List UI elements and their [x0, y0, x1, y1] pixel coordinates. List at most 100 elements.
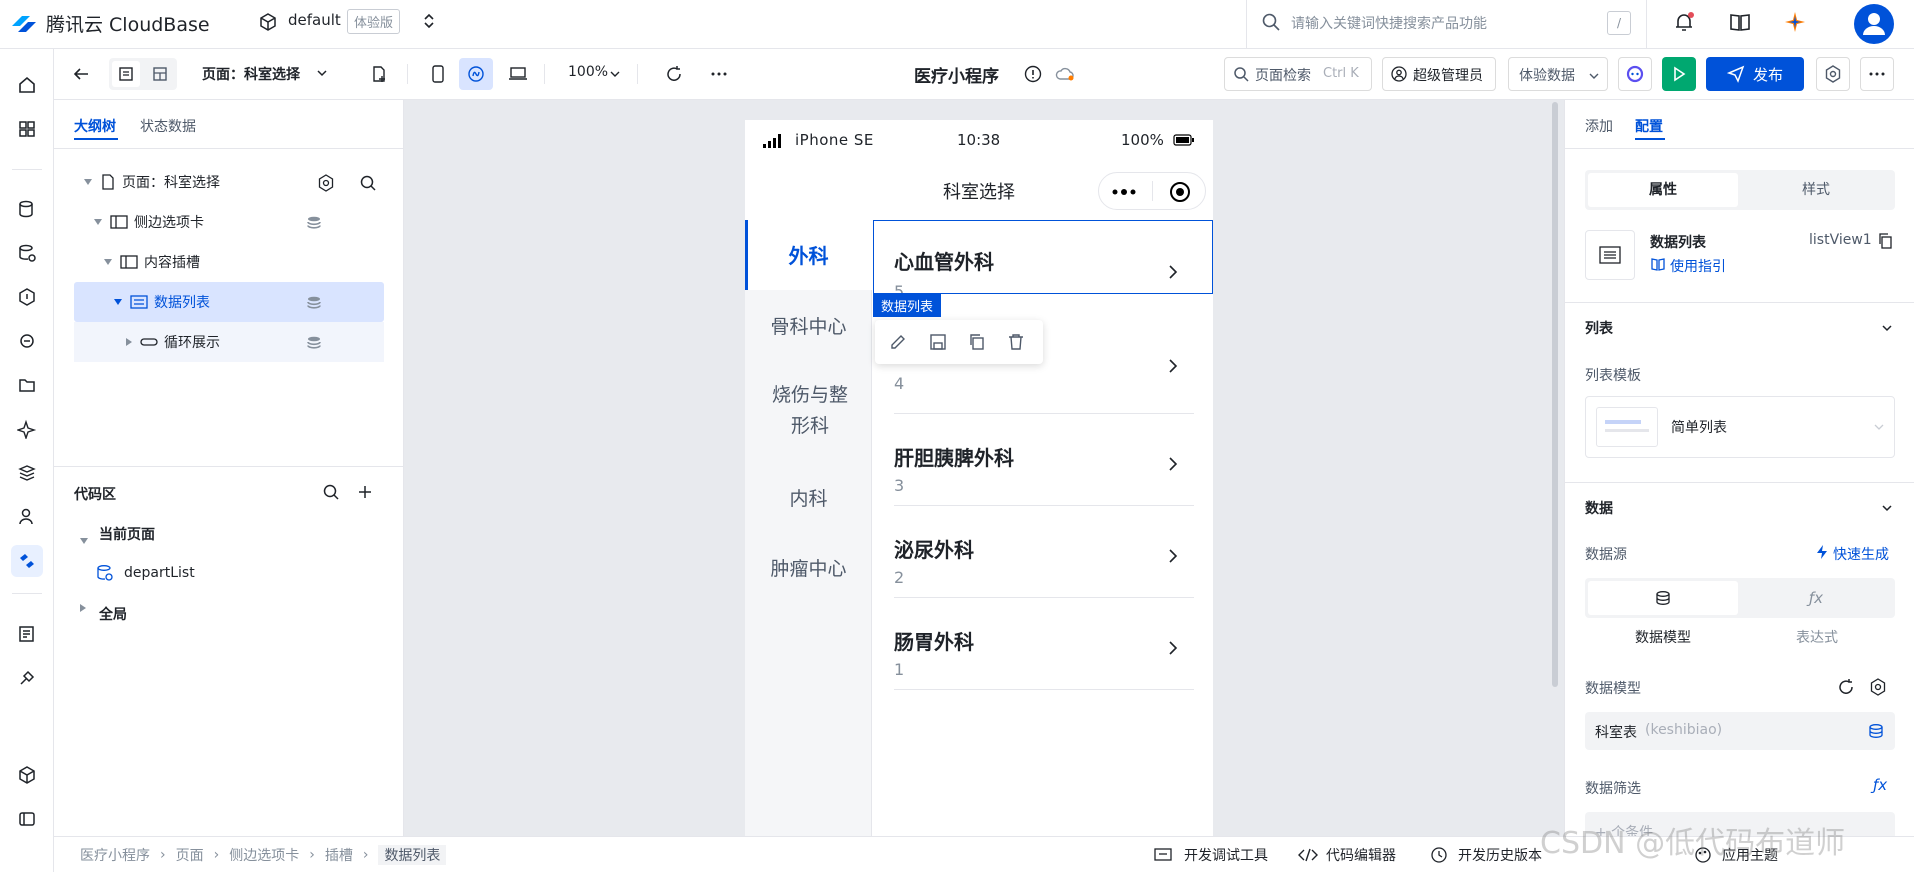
search-input[interactable]: 请输入关键词快捷搜索产品功能	[1291, 13, 1487, 33]
list-item[interactable]: 泌尿外科 2	[894, 506, 1194, 598]
data-mode-select[interactable]: 体验数据	[1508, 57, 1608, 91]
tree-node-side-tabs[interactable]: 侧边选项卡	[74, 202, 384, 242]
subtab-style[interactable]: 样式	[1741, 173, 1891, 207]
settings-icon[interactable]	[1816, 57, 1850, 91]
tree-node-data-list[interactable]: 数据列表	[74, 282, 384, 322]
add-code-icon[interactable]	[356, 483, 374, 501]
capsule-close-icon[interactable]	[1169, 181, 1191, 203]
current-page-group[interactable]: 当前页面	[99, 524, 155, 544]
capsule-more-icon[interactable]	[1112, 189, 1138, 195]
caret-down-icon[interactable]	[80, 532, 88, 548]
tab-config[interactable]: 配置	[1635, 116, 1663, 136]
subtab-props[interactable]: 属性	[1588, 173, 1738, 207]
database-icon[interactable]	[11, 193, 43, 225]
copy-id-icon[interactable]	[1877, 233, 1893, 249]
refresh-icon[interactable]	[661, 61, 687, 87]
logs-icon[interactable]	[11, 618, 43, 650]
mobile-icon[interactable]	[425, 61, 451, 87]
tab-outline[interactable]: 大纲树	[74, 116, 116, 136]
home-icon[interactable]	[11, 69, 43, 101]
usage-guide-link[interactable]: 使用指引	[1670, 256, 1726, 276]
more-icon[interactable]	[706, 61, 732, 87]
tree-search-icon[interactable]	[359, 174, 377, 192]
list-template-select[interactable]: 简单列表	[1585, 396, 1895, 458]
quick-generate-link[interactable]: 快速生成	[1833, 544, 1889, 564]
side-tab-internal[interactable]: 内科	[745, 484, 872, 511]
debug-tools-button[interactable]: 开发调试工具	[1184, 845, 1268, 865]
zoom-chevron-icon[interactable]	[610, 70, 620, 78]
breadcrumb-item[interactable]: 医疗小程序	[80, 845, 150, 865]
side-tab-burns[interactable]: 烧伤与整形科	[765, 380, 855, 442]
breadcrumb-item[interactable]: 数据列表	[378, 845, 447, 865]
info-icon[interactable]	[1021, 62, 1045, 86]
section-data-title[interactable]: 数据	[1585, 498, 1613, 518]
cloud-storage-icon[interactable]	[11, 369, 43, 401]
delete-icon[interactable]	[1007, 333, 1025, 351]
data-model-select[interactable]: 科室表 (keshibiao)	[1585, 712, 1895, 750]
lowcode-app-icon[interactable]	[11, 545, 43, 577]
ds-option-expr-label[interactable]: 表达式	[1739, 627, 1895, 647]
side-tab-orthopedics[interactable]: 骨科中心	[745, 312, 872, 339]
caret-down-icon[interactable]	[94, 219, 102, 225]
bell-icon[interactable]	[1672, 10, 1696, 34]
outline-view-icon[interactable]	[112, 61, 140, 87]
env-switch-icon[interactable]	[422, 11, 436, 31]
caret-down-icon[interactable]	[104, 259, 112, 265]
refresh-icon[interactable]	[1837, 678, 1855, 696]
tree-node-page[interactable]: 页面：科室选择	[74, 162, 384, 202]
page-selector[interactable]: 页面：科室选择	[202, 64, 300, 84]
datasource-model-option[interactable]	[1588, 581, 1738, 615]
code-item[interactable]: departList	[124, 565, 195, 581]
side-tab-oncology[interactable]: 肿瘤中心	[745, 554, 872, 581]
cloud-sync-icon[interactable]	[1053, 62, 1077, 86]
user-icon[interactable]	[11, 501, 43, 533]
history-button[interactable]: 开发历史版本	[1458, 845, 1542, 865]
side-tab-surgery[interactable]: 外科	[745, 240, 872, 269]
page-search-button[interactable]: 页面检索 Ctrl K	[1224, 57, 1372, 91]
code-search-icon[interactable]	[322, 483, 340, 501]
caret-right-icon[interactable]	[126, 338, 132, 346]
miniprogram-icon[interactable]	[459, 58, 493, 90]
edit-icon[interactable]	[889, 333, 907, 351]
plugin-icon[interactable]	[11, 759, 43, 791]
tab-add[interactable]: 添加	[1585, 116, 1613, 136]
back-arrow-icon[interactable]	[68, 61, 94, 87]
caret-down-icon[interactable]	[84, 179, 92, 185]
chevron-down-icon[interactable]	[1881, 324, 1893, 332]
tab-state-data[interactable]: 状态数据	[140, 116, 196, 136]
code-editor-button[interactable]: 代码编辑器	[1326, 845, 1396, 865]
desktop-icon[interactable]	[505, 61, 531, 87]
capsule-menu[interactable]	[1098, 172, 1206, 210]
caret-down-icon[interactable]	[114, 299, 122, 305]
page-settings-icon[interactable]	[317, 174, 335, 192]
apps-icon[interactable]	[11, 113, 43, 145]
tree-node-content-slot[interactable]: 内容插槽	[74, 242, 384, 282]
ai-copilot-icon[interactable]	[1618, 57, 1652, 91]
ai-assistant-icon[interactable]	[1783, 10, 1807, 34]
section-list-title[interactable]: 列表	[1585, 318, 1613, 338]
ds-option-model-label[interactable]: 数据模型	[1585, 627, 1741, 647]
zoom-level[interactable]: 100%	[568, 64, 608, 80]
layout-view-icon[interactable]	[146, 61, 174, 87]
global-search[interactable]: 请输入关键词快捷搜索产品功能 /	[1246, 0, 1646, 48]
avatar[interactable]	[1854, 4, 1894, 44]
extension-icon[interactable]	[11, 662, 43, 694]
list-item[interactable]: 肠胃外科 1	[894, 598, 1194, 690]
ai-sparkle-icon[interactable]	[11, 413, 43, 445]
filter-fx-icon[interactable]: ƒx	[1873, 776, 1887, 794]
breadcrumb-item[interactable]: 侧边选项卡	[229, 845, 299, 865]
publish-button[interactable]: 发布	[1706, 57, 1804, 91]
hexagon-icon[interactable]	[11, 281, 43, 313]
brand-name[interactable]: 腾讯云 CloudBase	[46, 10, 210, 37]
breadcrumb-item[interactable]: 插槽	[325, 845, 353, 865]
role-selector[interactable]: 超级管理员	[1382, 57, 1496, 91]
integration-icon[interactable]	[11, 325, 43, 357]
canvas-scrollbar[interactable]	[1552, 102, 1558, 687]
chevron-down-icon[interactable]	[1881, 504, 1893, 512]
tree-node-repeater[interactable]: 循环展示	[74, 322, 384, 362]
global-group[interactable]: 全局	[99, 604, 127, 624]
fx-icon[interactable]: ƒx	[1741, 581, 1891, 615]
caret-right-icon[interactable]	[80, 600, 86, 616]
chevron-down-icon[interactable]	[316, 69, 328, 77]
env-name[interactable]: default	[288, 11, 341, 29]
